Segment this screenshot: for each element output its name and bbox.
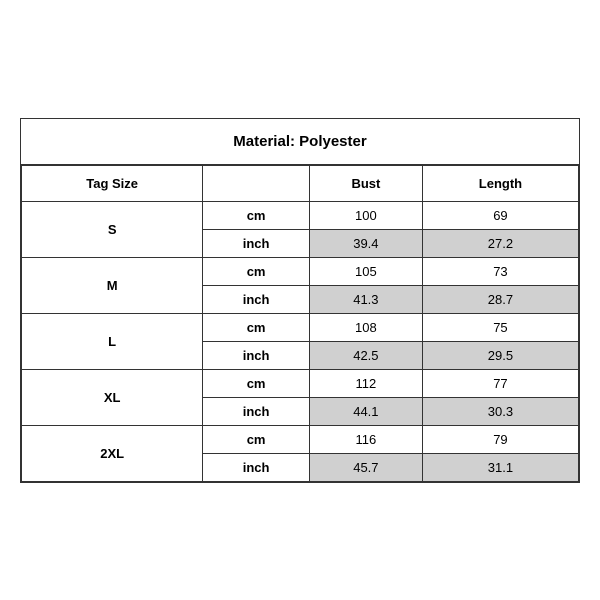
header-tag-size: Tag Size xyxy=(22,165,203,201)
table-header: Tag Size Bust Length xyxy=(22,165,579,201)
inch-length-2XL: 31.1 xyxy=(422,453,578,481)
size-chart: Material: Polyester Tag Size Bust Length… xyxy=(20,118,580,483)
inch-length-XL: 30.3 xyxy=(422,397,578,425)
size-label-L: L xyxy=(22,313,203,369)
inch-bust-S: 39.4 xyxy=(309,229,422,257)
cm-unit-L: cm xyxy=(203,313,310,341)
cm-length-M: 73 xyxy=(422,257,578,285)
cm-unit-S: cm xyxy=(203,201,310,229)
cm-unit-XL: cm xyxy=(203,369,310,397)
inch-bust-M: 41.3 xyxy=(309,285,422,313)
table-row: XLcm11277 xyxy=(22,369,579,397)
table-row: Mcm10573 xyxy=(22,257,579,285)
cm-bust-M: 105 xyxy=(309,257,422,285)
cm-length-S: 69 xyxy=(422,201,578,229)
inch-unit-L: inch xyxy=(203,341,310,369)
cm-length-L: 75 xyxy=(422,313,578,341)
cm-length-XL: 77 xyxy=(422,369,578,397)
table-row: 2XLcm11679 xyxy=(22,425,579,453)
chart-title: Material: Polyester xyxy=(21,119,579,165)
size-label-2XL: 2XL xyxy=(22,425,203,481)
table-row: Lcm10875 xyxy=(22,313,579,341)
inch-unit-2XL: inch xyxy=(203,453,310,481)
size-label-XL: XL xyxy=(22,369,203,425)
cm-unit-M: cm xyxy=(203,257,310,285)
inch-length-S: 27.2 xyxy=(422,229,578,257)
size-label-S: S xyxy=(22,201,203,257)
inch-unit-XL: inch xyxy=(203,397,310,425)
header-length: Length xyxy=(422,165,578,201)
inch-length-L: 29.5 xyxy=(422,341,578,369)
inch-length-M: 28.7 xyxy=(422,285,578,313)
size-table: Tag Size Bust Length Scm10069inch39.427.… xyxy=(21,165,579,482)
cm-bust-L: 108 xyxy=(309,313,422,341)
header-bust: Bust xyxy=(309,165,422,201)
inch-bust-XL: 44.1 xyxy=(309,397,422,425)
cm-bust-S: 100 xyxy=(309,201,422,229)
header-unit-col xyxy=(203,165,310,201)
inch-unit-S: inch xyxy=(203,229,310,257)
inch-unit-M: inch xyxy=(203,285,310,313)
inch-bust-2XL: 45.7 xyxy=(309,453,422,481)
cm-bust-XL: 112 xyxy=(309,369,422,397)
cm-unit-2XL: cm xyxy=(203,425,310,453)
cm-bust-2XL: 116 xyxy=(309,425,422,453)
inch-bust-L: 42.5 xyxy=(309,341,422,369)
size-label-M: M xyxy=(22,257,203,313)
cm-length-2XL: 79 xyxy=(422,425,578,453)
table-row: Scm10069 xyxy=(22,201,579,229)
